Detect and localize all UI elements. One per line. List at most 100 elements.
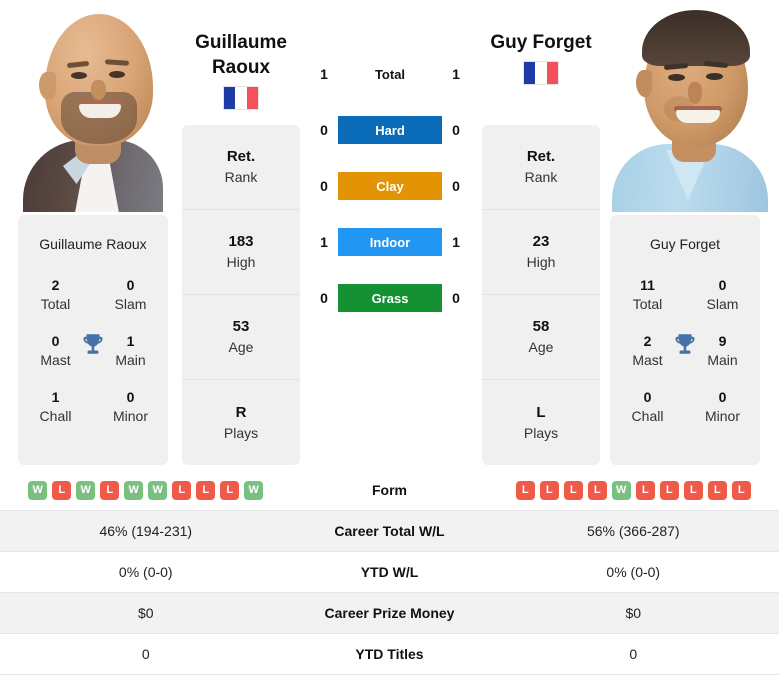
form-badge[interactable]: L xyxy=(515,480,535,500)
table-row: W L W L W W L L L W Form L L L L W L L L L L xyxy=(0,470,779,511)
stat-value: Ret. xyxy=(226,148,256,165)
titles-value: 2 xyxy=(51,277,60,293)
player-name-right-line1[interactable]: Guy Forget xyxy=(456,30,626,55)
table-row-label: Career Total W/L xyxy=(334,523,445,539)
table-row-label: Career Prize Money xyxy=(324,605,455,621)
form-badge[interactable]: L xyxy=(172,480,192,500)
table-row-label: Form xyxy=(372,482,407,498)
player-photo-left xyxy=(5,0,175,212)
titles-label: Chall xyxy=(39,408,72,424)
table-cell-right: $0 xyxy=(625,605,642,621)
h2h-right-value: 0 xyxy=(452,122,460,138)
table-row-label: YTD Titles xyxy=(355,646,424,662)
titles-value: 11 xyxy=(640,277,655,293)
head-to-head-row-indoor: 1 Indoor 1 xyxy=(310,228,470,256)
portrait-mouth xyxy=(79,104,121,118)
table-row: 46% (194-231) Career Total W/L 56% (366-28… xyxy=(0,511,779,552)
form-badge[interactable]: L xyxy=(635,480,655,500)
form-badge[interactable]: W xyxy=(611,480,631,500)
portrait-eye-right xyxy=(109,71,125,78)
stat-cell-rank: Ret. Rank xyxy=(482,125,600,210)
flag-stripe-red xyxy=(546,62,558,84)
form-badge[interactable]: L xyxy=(52,480,72,500)
portrait-eye-left xyxy=(668,74,685,81)
form-badges-right: LLLLWLLLLL xyxy=(488,470,779,510)
h2h-right-value: 0 xyxy=(452,290,460,306)
table-row: 0% (0-0) YTD W/L 0% (0-0) xyxy=(0,552,779,593)
titles-cell-total: 2 Total xyxy=(18,276,93,314)
stat-cell-age: 53 Age xyxy=(182,295,300,380)
form-badge[interactable]: L xyxy=(100,480,120,500)
titles-row: 1 Chall 0 Minor xyxy=(18,379,168,435)
titles-label: Chall xyxy=(631,408,664,424)
player-titles-card-right: Guy Forget 11 Total 0 Slam 2 Mast 9 Main 0 Chall 0… xyxy=(610,215,760,465)
surface-label-clay[interactable]: Clay xyxy=(338,172,442,200)
titles-label: Slam xyxy=(114,296,147,312)
stat-value: 23 xyxy=(532,233,550,250)
form-badge[interactable]: L xyxy=(587,480,607,500)
france-flag-icon xyxy=(523,61,559,85)
trophy-icon xyxy=(80,331,106,357)
form-badge[interactable]: W xyxy=(76,480,96,500)
titles-cell-chall: 1 Chall xyxy=(18,388,93,426)
head-to-head-surface-list: 1 Total 1 0 Hard 0 0 Clay 0 1 Indoor 1 0 Grass 0 xyxy=(310,60,470,312)
form-badge[interactable]: L xyxy=(539,480,559,500)
titles-card-player-name: Guy Forget xyxy=(649,236,721,252)
form-badge[interactable]: W xyxy=(124,480,144,500)
form-badge[interactable]: L xyxy=(659,480,679,500)
form-badge[interactable]: L xyxy=(731,480,751,500)
player-photo-right xyxy=(604,0,774,212)
surface-label-hard[interactable]: Hard xyxy=(338,116,442,144)
form-badge[interactable]: L xyxy=(196,480,216,500)
stat-cell-rank: Ret. Rank xyxy=(182,125,300,210)
form-badge[interactable]: W xyxy=(244,480,264,500)
table-cell-right: 56% (366-287) xyxy=(586,523,680,539)
stat-value: Ret. xyxy=(526,148,556,165)
h2h-left-value: 1 xyxy=(320,66,328,82)
titles-value: 1 xyxy=(51,389,60,405)
portrait-hair xyxy=(642,10,750,66)
form-badge[interactable]: L xyxy=(683,480,703,500)
player-titles-card-left: Guillaume Raoux 2 Total 0 Slam 0 Mast 1 Main 1 Ch… xyxy=(18,215,168,465)
titles-row: 11 Total 0 Slam xyxy=(610,267,760,323)
stat-value: R xyxy=(235,403,247,421)
stat-cell-age: 58 Age xyxy=(482,295,600,380)
surface-label-grass[interactable]: Grass xyxy=(338,284,442,312)
table-cell-right: 0% (0-0) xyxy=(606,564,661,580)
h2h-left-value: 1 xyxy=(320,234,328,250)
portrait-mouth xyxy=(676,110,720,123)
table-row: 0 YTD Titles 0 xyxy=(0,634,779,675)
titles-label: Total xyxy=(632,296,663,312)
titles-row: 0 Chall 0 Minor xyxy=(610,379,760,435)
player-comparison-header: Guillaume Raoux Guy Forget 1 Total 1 0 Hard 0… xyxy=(0,0,779,470)
h2h-right-value: 1 xyxy=(452,234,460,250)
stat-cell-plays: L Plays xyxy=(482,380,600,465)
head-to-head-row-total: 1 Total 1 xyxy=(310,60,470,88)
titles-cell-slam: 0 Slam xyxy=(93,276,168,314)
form-badge[interactable]: L xyxy=(707,480,727,500)
surface-label-indoor[interactable]: Indoor xyxy=(338,228,442,256)
form-badge[interactable]: W xyxy=(28,480,48,500)
surface-label-total: Total xyxy=(374,66,406,82)
table-row: $0 Career Prize Money $0 xyxy=(0,593,779,634)
player-stats-card-right: Ret. Rank 23 High 58 Age L Plays xyxy=(482,125,600,465)
head-to-head-row-grass: 0 Grass 0 xyxy=(310,284,470,312)
titles-grid: 11 Total 0 Slam 2 Mast 9 Main 0 Chall 0 Minor xyxy=(610,267,760,435)
h2h-left-value: 0 xyxy=(320,178,328,194)
stat-cell-high: 183 High xyxy=(182,210,300,295)
titles-cell-chall: 0 Chall xyxy=(610,388,685,426)
form-badges-left: WLWLWWLLLW xyxy=(0,470,292,510)
flag-stripe-white xyxy=(535,62,547,84)
stat-label: Rank xyxy=(224,169,258,185)
form-badge[interactable]: W xyxy=(148,480,168,500)
titles-value: 0 xyxy=(126,277,135,293)
form-badge[interactable]: L xyxy=(563,480,583,500)
portrait-nose xyxy=(688,82,702,104)
form-badge[interactable]: L xyxy=(220,480,240,500)
player-name-left-line2[interactable]: Raoux xyxy=(156,55,326,80)
portrait-eye-right xyxy=(706,73,723,80)
player-name-left-line1[interactable]: Guillaume xyxy=(156,30,326,55)
titles-row: 2 Total 0 Slam xyxy=(18,267,168,323)
portrait-ear xyxy=(636,70,652,97)
stat-value: 53 xyxy=(232,318,250,335)
